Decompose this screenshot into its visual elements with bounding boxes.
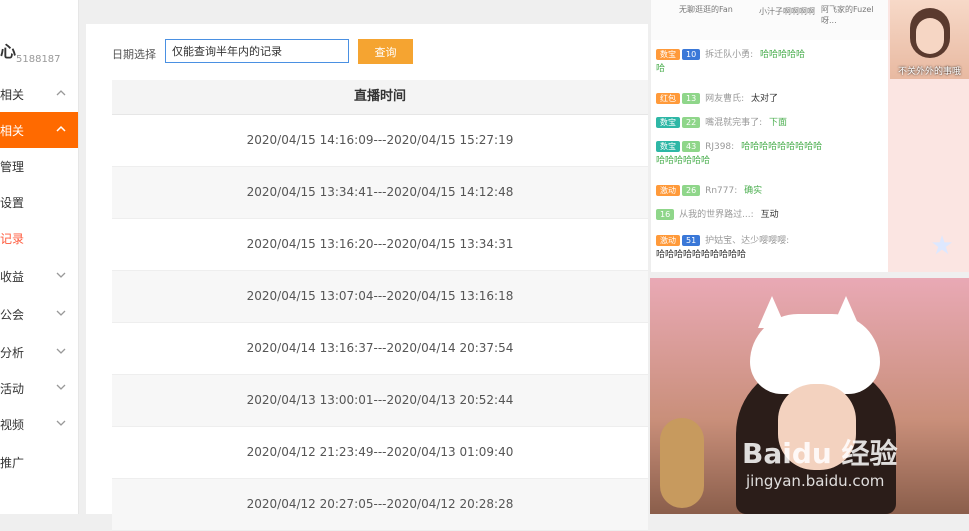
top-name: 阿飞家的Fuzel呀... bbox=[821, 5, 874, 25]
chevron-down-icon bbox=[56, 420, 66, 426]
sidebar-item-label: 活动 bbox=[0, 381, 25, 396]
guitar-shape bbox=[660, 418, 704, 508]
fan-badge: 数宝 bbox=[656, 141, 680, 152]
chat-message: 数宝 43 RJ398: 哈哈哈哈哈哈哈哈哈 哈哈哈哈哈哈 bbox=[656, 140, 822, 168]
table-row: 2020/04/13 13:00:01---2020/04/13 20:52:4… bbox=[112, 375, 648, 427]
sidebar-item-4[interactable]: 设置 bbox=[0, 184, 78, 220]
sidebar-item-3[interactable]: 管理 bbox=[0, 148, 78, 184]
sidebar-item-guild[interactable]: 公会 bbox=[0, 296, 78, 332]
streamer-thumbnail[interactable]: 不关外外的事哦 bbox=[890, 0, 969, 79]
chat-text: 太对了 bbox=[750, 94, 778, 104]
sidebar-item-label: 收益 bbox=[0, 269, 25, 284]
chat-nick[interactable]: 嘴混就完事了: bbox=[705, 118, 762, 128]
watermark-brand: Baidu 经验 bbox=[742, 437, 898, 470]
sidebar-item-label: 公会 bbox=[0, 307, 25, 322]
chat-message: 16 从我的世界路过...: 互动 bbox=[656, 208, 779, 222]
chat-message: 数宝 10 拆迁队小勇: 哈哈哈哈哈 哈 bbox=[656, 48, 805, 76]
chat-text: 互动 bbox=[760, 210, 779, 220]
chat-panel: 无聊逛逛的Fan 小汁子啊啊啊啊 阿飞家的Fuzel呀... 数宝 10 拆迁队小… bbox=[650, 0, 889, 272]
sidebar-item-records[interactable]: 记录 bbox=[0, 220, 78, 256]
main-panel: 日期选择 查询 直播时间 2020/04/15 14:16:09---2020/… bbox=[86, 24, 648, 531]
chevron-down-icon bbox=[56, 272, 66, 278]
fan-badge: 红包 bbox=[656, 93, 680, 104]
level-badge: 10 bbox=[682, 49, 701, 60]
chevron-up-icon bbox=[56, 90, 66, 96]
sidebar-item-analysis[interactable]: 分析 bbox=[0, 334, 78, 370]
query-button[interactable]: 查询 bbox=[358, 39, 413, 64]
chat-message: 红包 13 网友曹氏: 太对了 bbox=[656, 92, 778, 106]
sidebar-item-label: 设置 bbox=[0, 195, 25, 210]
sidebar-item-label: 管理 bbox=[0, 159, 25, 174]
chat-text: 下面 bbox=[768, 118, 787, 128]
top-name: 小汁子啊啊啊啊 bbox=[759, 7, 815, 16]
fan-badge: 激动 bbox=[656, 235, 680, 246]
column-header-live-time: 直播时间 bbox=[112, 80, 648, 115]
chat-message: 激动 51 护姑宝、达少嘤嘤嘤: 哈哈哈哈哈哈哈哈哈哈 bbox=[656, 234, 793, 262]
table-row: 2020/04/15 13:34:41---2020/04/15 14:12:4… bbox=[112, 167, 648, 219]
chat-nick[interactable]: 从我的世界路过...: bbox=[679, 210, 754, 220]
sidebar-item-video[interactable]: 视频 bbox=[0, 406, 78, 442]
live-records-table: 直播时间 2020/04/15 14:16:09---2020/04/15 15… bbox=[112, 80, 648, 531]
level-badge: 51 bbox=[682, 235, 701, 246]
user-id: 5188187 bbox=[16, 54, 61, 65]
table-row: 2020/04/15 14:16:09---2020/04/15 15:27:1… bbox=[112, 115, 648, 167]
chat-nick[interactable]: 网友曹氏: bbox=[705, 94, 744, 104]
table-row: 2020/04/15 13:07:04---2020/04/15 13:16:1… bbox=[112, 271, 648, 323]
table-row: 2020/04/12 20:27:05---2020/04/12 20:28:2… bbox=[112, 479, 648, 531]
chat-text: 哈 bbox=[656, 64, 666, 74]
table-row: 2020/04/12 21:23:49---2020/04/13 01:09:4… bbox=[112, 427, 648, 479]
level-badge: 13 bbox=[682, 93, 701, 104]
face-shape bbox=[916, 18, 944, 54]
chat-message: 激动 26 Rn777: 确实 bbox=[656, 184, 762, 198]
chat-text: 哈哈哈哈哈哈哈哈哈 bbox=[741, 142, 823, 152]
sidebar-item-1[interactable]: 相关 bbox=[0, 76, 78, 112]
chevron-down-icon bbox=[56, 348, 66, 354]
sidebar-item-label: 相关 bbox=[0, 87, 25, 102]
table-row: 2020/04/14 13:16:37---2020/04/14 20:37:5… bbox=[112, 323, 648, 375]
fan-badge: 数宝 bbox=[656, 49, 680, 60]
date-input[interactable] bbox=[165, 39, 349, 63]
thumbnail-caption: 不关外外的事哦 bbox=[897, 67, 961, 77]
hat-shape bbox=[750, 314, 880, 394]
sidebar: 心 5188187 相关 相关 管理 设置 记录 收益 公会 分析 活动 视频 … bbox=[0, 0, 79, 514]
watermark-url: jingyan.baidu.com bbox=[746, 472, 885, 490]
chat-nick[interactable]: 护姑宝、达少嘤嘤嘤: bbox=[705, 236, 789, 246]
date-filter-label: 日期选择 bbox=[112, 48, 156, 61]
chat-text: 确实 bbox=[744, 186, 763, 196]
chevron-down-icon bbox=[56, 384, 66, 390]
chat-nick[interactable]: RJ398: bbox=[705, 142, 734, 152]
chat-message: 数宝 22 嘴混就完事了: 下面 bbox=[656, 116, 787, 130]
level-badge: 43 bbox=[682, 141, 701, 152]
sidebar-item-label: 分析 bbox=[0, 345, 25, 360]
level-badge: 16 bbox=[656, 209, 675, 220]
sidebar-item-promote[interactable]: 推广 bbox=[0, 444, 78, 480]
sidebar-title: 心 bbox=[0, 42, 17, 61]
chat-text: 哈哈哈哈哈哈哈哈哈哈 bbox=[656, 250, 747, 260]
camera-feed: Baidu 经验 jingyan.baidu.com bbox=[650, 278, 969, 514]
chat-nick[interactable]: 拆迁队小勇: bbox=[705, 50, 753, 60]
chat-nick[interactable]: Rn777: bbox=[705, 186, 737, 196]
chat-top-bar: 无聊逛逛的Fan 小汁子啊啊啊啊 阿飞家的Fuzel呀... bbox=[651, 0, 889, 40]
sidebar-item-2[interactable]: 相关 bbox=[0, 112, 78, 148]
table-row: 2020/04/15 13:16:20---2020/04/15 13:34:3… bbox=[112, 219, 648, 271]
sidebar-item-label: 推广 bbox=[0, 455, 25, 470]
chat-text: 哈哈哈哈哈哈 bbox=[656, 156, 711, 166]
chevron-up-icon bbox=[56, 125, 66, 132]
chevron-down-icon bbox=[56, 310, 66, 316]
sidebar-item-activity[interactable]: 活动 bbox=[0, 370, 78, 406]
star-icon: ★ bbox=[930, 231, 954, 261]
sidebar-item-label: 视频 bbox=[0, 417, 25, 432]
sidebar-item-label: 记录 bbox=[0, 231, 25, 246]
sidebar-item-income[interactable]: 收益 bbox=[0, 258, 78, 294]
level-badge: 22 bbox=[682, 117, 701, 128]
fan-badge: 数宝 bbox=[656, 117, 680, 128]
level-badge: 26 bbox=[682, 185, 701, 196]
fan-badge: 激动 bbox=[656, 185, 680, 196]
top-name: 无聊逛逛的Fan bbox=[679, 5, 733, 14]
chat-text: 哈哈哈哈哈 bbox=[759, 50, 805, 60]
sidebar-item-label: 相关 bbox=[0, 123, 25, 138]
